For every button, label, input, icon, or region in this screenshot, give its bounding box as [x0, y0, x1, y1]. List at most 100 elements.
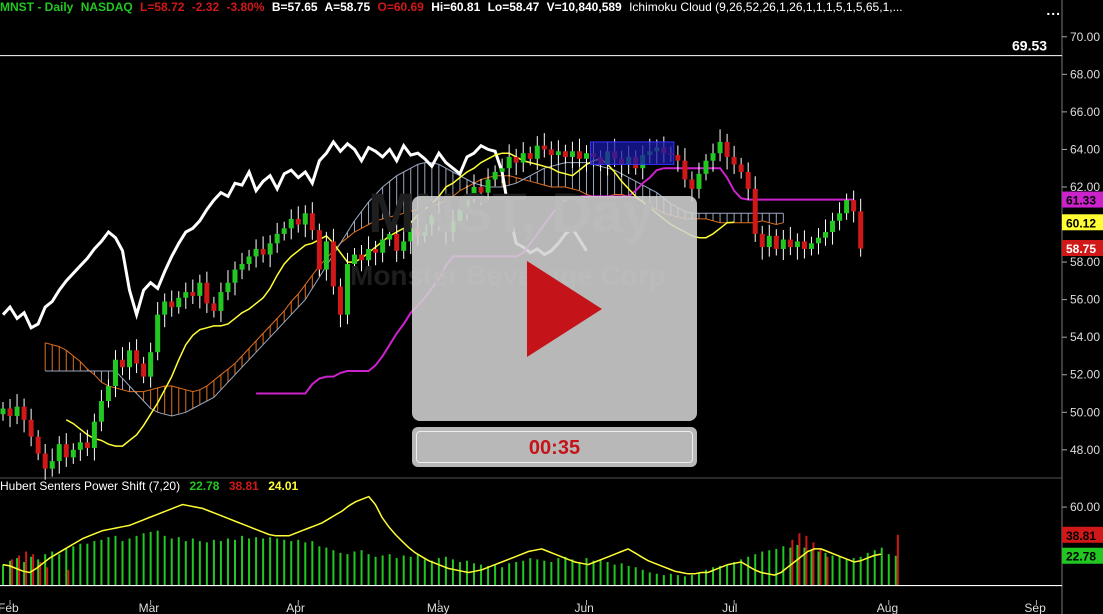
price-tick-label: 58.00 — [1070, 255, 1100, 269]
candle-body — [513, 156, 519, 163]
candle-body — [14, 406, 20, 417]
candle-body — [527, 153, 533, 159]
price-tick-label: 52.00 — [1070, 368, 1100, 382]
candle-body — [752, 188, 758, 234]
header-exchange: NASDAQ — [80, 0, 133, 14]
candle-body — [148, 352, 154, 377]
price-tick-label: 56.00 — [1070, 293, 1100, 307]
candle-body — [717, 141, 723, 154]
candle-body — [120, 359, 126, 368]
candle-body — [316, 230, 322, 270]
price-label: 58.75 — [1066, 242, 1096, 256]
header-open: O=60.69 — [377, 0, 424, 14]
candle-body — [738, 164, 744, 172]
video-play-button[interactable] — [412, 196, 697, 421]
candle-body — [197, 282, 203, 296]
candle-body — [169, 301, 175, 308]
candle-body — [576, 151, 582, 159]
candle-body — [218, 292, 224, 311]
candle-body — [112, 359, 118, 386]
candle-body — [127, 350, 133, 368]
header-ask: A=58.75 — [324, 0, 371, 14]
candle-body — [682, 160, 688, 180]
candle-body — [155, 314, 161, 353]
candle-body — [773, 235, 779, 249]
candle-body — [56, 444, 62, 462]
candle-body — [225, 282, 231, 293]
candle-body — [696, 173, 702, 189]
header-volume: V=10,840,589 — [546, 0, 622, 14]
candle-body — [787, 239, 793, 248]
candle-body — [330, 241, 336, 287]
candle-body — [823, 232, 829, 238]
candle-body — [211, 303, 217, 311]
candle-body — [759, 233, 765, 248]
candle-body — [837, 213, 843, 221]
candle-body — [766, 235, 772, 248]
price-tick-label: 50.00 — [1070, 405, 1100, 419]
time-tick-label: Apr — [286, 601, 305, 614]
candle-body — [844, 200, 850, 214]
highlight-box — [590, 141, 675, 165]
time-tick-label: May — [427, 601, 450, 614]
indicator-value-label: 22.78 — [1066, 550, 1096, 564]
candle-body — [801, 241, 807, 249]
candle-body — [141, 363, 147, 377]
candle-body — [98, 401, 104, 422]
candle-body — [323, 241, 329, 270]
price-tick-label: 70.00 — [1070, 30, 1100, 44]
header-study: Ichimoku Cloud (9,26,52,26,1,26,1,1,1,5,… — [629, 0, 903, 14]
price-label: 60.12 — [1066, 216, 1096, 230]
candle-body — [7, 408, 13, 417]
candle-body — [724, 141, 730, 157]
candle-body — [84, 442, 90, 448]
candle-body — [63, 444, 69, 458]
indicator-tick-label: 60.00 — [1070, 500, 1100, 514]
video-timer-label: 00:35 — [416, 431, 693, 463]
candle-body — [337, 286, 343, 315]
candle-body — [534, 145, 540, 159]
price-tick-label: 64.00 — [1070, 142, 1100, 156]
candle-body — [105, 386, 111, 402]
candle-body — [815, 237, 821, 244]
candle-body — [569, 151, 575, 157]
candle-body — [246, 256, 252, 264]
candle-body — [520, 153, 526, 163]
indicator-value-1: 22.78 — [189, 479, 220, 493]
price-tick-label: 68.00 — [1070, 67, 1100, 81]
header-change: -2.32 — [191, 0, 220, 14]
candle-body — [134, 350, 140, 364]
price-tick-label: 66.00 — [1070, 105, 1100, 119]
candle-body — [689, 179, 695, 189]
candle-body — [70, 449, 76, 458]
candle-body — [183, 292, 189, 298]
candle-body — [91, 421, 97, 448]
candle-body — [794, 241, 800, 248]
header-low: Lo=58.47 — [487, 0, 540, 14]
candle-body — [506, 156, 512, 169]
candle-body — [267, 243, 273, 255]
candle-body — [548, 149, 554, 156]
candle-body — [35, 436, 41, 454]
candle-body — [49, 461, 55, 469]
candle-body — [176, 297, 182, 308]
candle-body — [295, 218, 301, 225]
header-bid: B=57.65 — [271, 0, 318, 14]
header-change-pct: -3.80% — [226, 0, 265, 14]
candle-body — [28, 419, 34, 437]
candle-body — [0, 408, 6, 415]
price-tick-label: 48.00 — [1070, 443, 1100, 457]
candle-body — [274, 233, 280, 244]
time-tick-label: Sep — [1024, 601, 1046, 614]
candle-body — [830, 220, 836, 233]
candle-body — [373, 248, 379, 253]
candle-body — [492, 171, 498, 180]
candle-body — [162, 301, 168, 315]
highlight-rectangle — [590, 141, 675, 165]
chart-menu-icon[interactable]: ... — [1046, 2, 1061, 18]
time-tick-label: Mar — [139, 601, 160, 614]
candle-body — [858, 211, 864, 249]
candle-body — [851, 200, 857, 212]
candle-body — [232, 269, 238, 283]
play-icon — [527, 261, 602, 357]
